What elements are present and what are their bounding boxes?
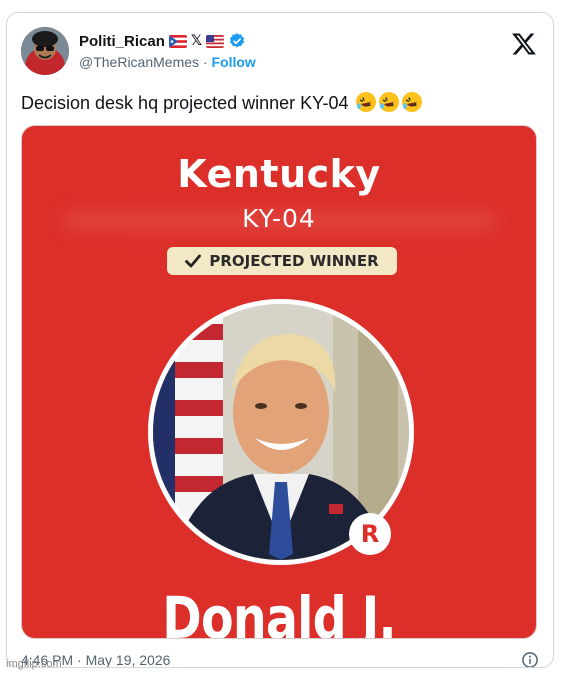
rolling-on-floor-laughing-icon	[378, 91, 400, 113]
tweet-media-image[interactable]: Kentucky KY-04 PROJECTED WINNER R Donald…	[21, 125, 537, 639]
projected-winner-badge: PROJECTED WINNER	[167, 247, 397, 275]
verified-badge-icon	[230, 33, 245, 48]
candidate-name: Donald J.	[162, 584, 396, 639]
handle-row: @TheRicanMemes · Follow	[79, 52, 256, 72]
avatar[interactable]	[21, 27, 69, 75]
info-icon[interactable]	[521, 651, 539, 668]
user-info: Politi_Rican 𝕏 @TheRicanMemes · Follow	[79, 31, 256, 72]
separator: ·	[202, 54, 208, 70]
x-logo-icon[interactable]	[511, 31, 537, 57]
badge-label: PROJECTED WINNER	[209, 252, 379, 270]
usa-flag-icon	[206, 34, 225, 48]
rolling-on-floor-laughing-icon	[355, 91, 377, 113]
handle[interactable]: @TheRicanMemes	[79, 54, 199, 70]
name-row: Politi_Rican 𝕏	[79, 31, 256, 51]
tweet-body: Decision desk hq projected winner KY-04	[21, 93, 349, 113]
follow-button[interactable]: Follow	[211, 54, 255, 70]
imgflip-watermark: imgflip.com	[6, 658, 62, 670]
tweet-text: Decision desk hq projected winner KY-04	[21, 91, 539, 115]
tweet-card: Politi_Rican 𝕏 @TheRicanMemes · Follow D…	[6, 12, 554, 668]
puerto-rico-flag-icon	[168, 34, 187, 48]
tweet-footer: 4:46 PM · May 19, 2026	[21, 649, 539, 668]
state-title: Kentucky	[177, 152, 381, 196]
display-name[interactable]: Politi_Rican	[79, 33, 165, 50]
party-badge: R	[349, 513, 391, 555]
district-label: KY-04	[242, 204, 316, 233]
x-icon: 𝕏	[190, 33, 203, 49]
rolling-on-floor-laughing-icon	[401, 91, 423, 113]
checkmark-icon	[185, 254, 202, 268]
tweet-header: Politi_Rican 𝕏 @TheRicanMemes · Follow	[21, 27, 539, 79]
